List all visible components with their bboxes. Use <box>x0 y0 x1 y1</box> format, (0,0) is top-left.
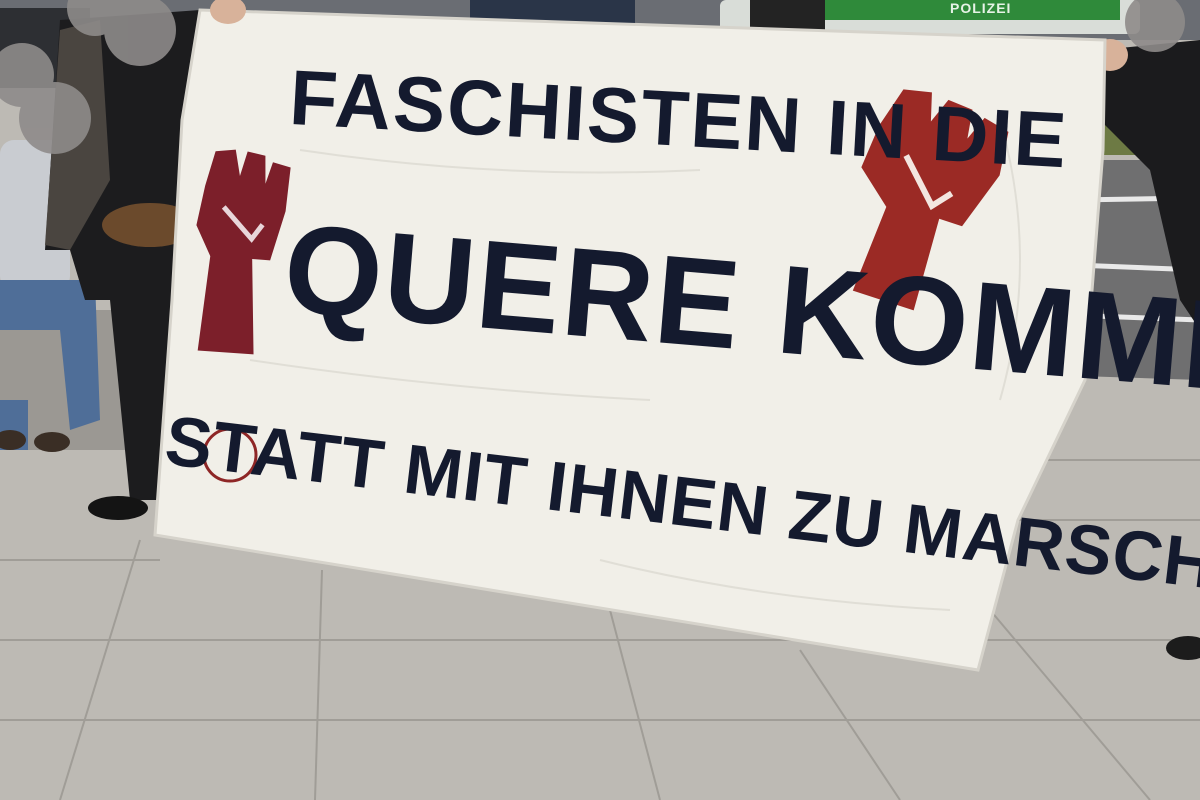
seated-person-shoe <box>34 432 70 452</box>
standing-person-boot <box>88 496 148 520</box>
photo-scene: POLIZEI FASCHISTEN IN DIE QUERE KOMMEN S… <box>0 0 1200 800</box>
police-van-lettering: POLIZEI <box>950 0 1012 16</box>
